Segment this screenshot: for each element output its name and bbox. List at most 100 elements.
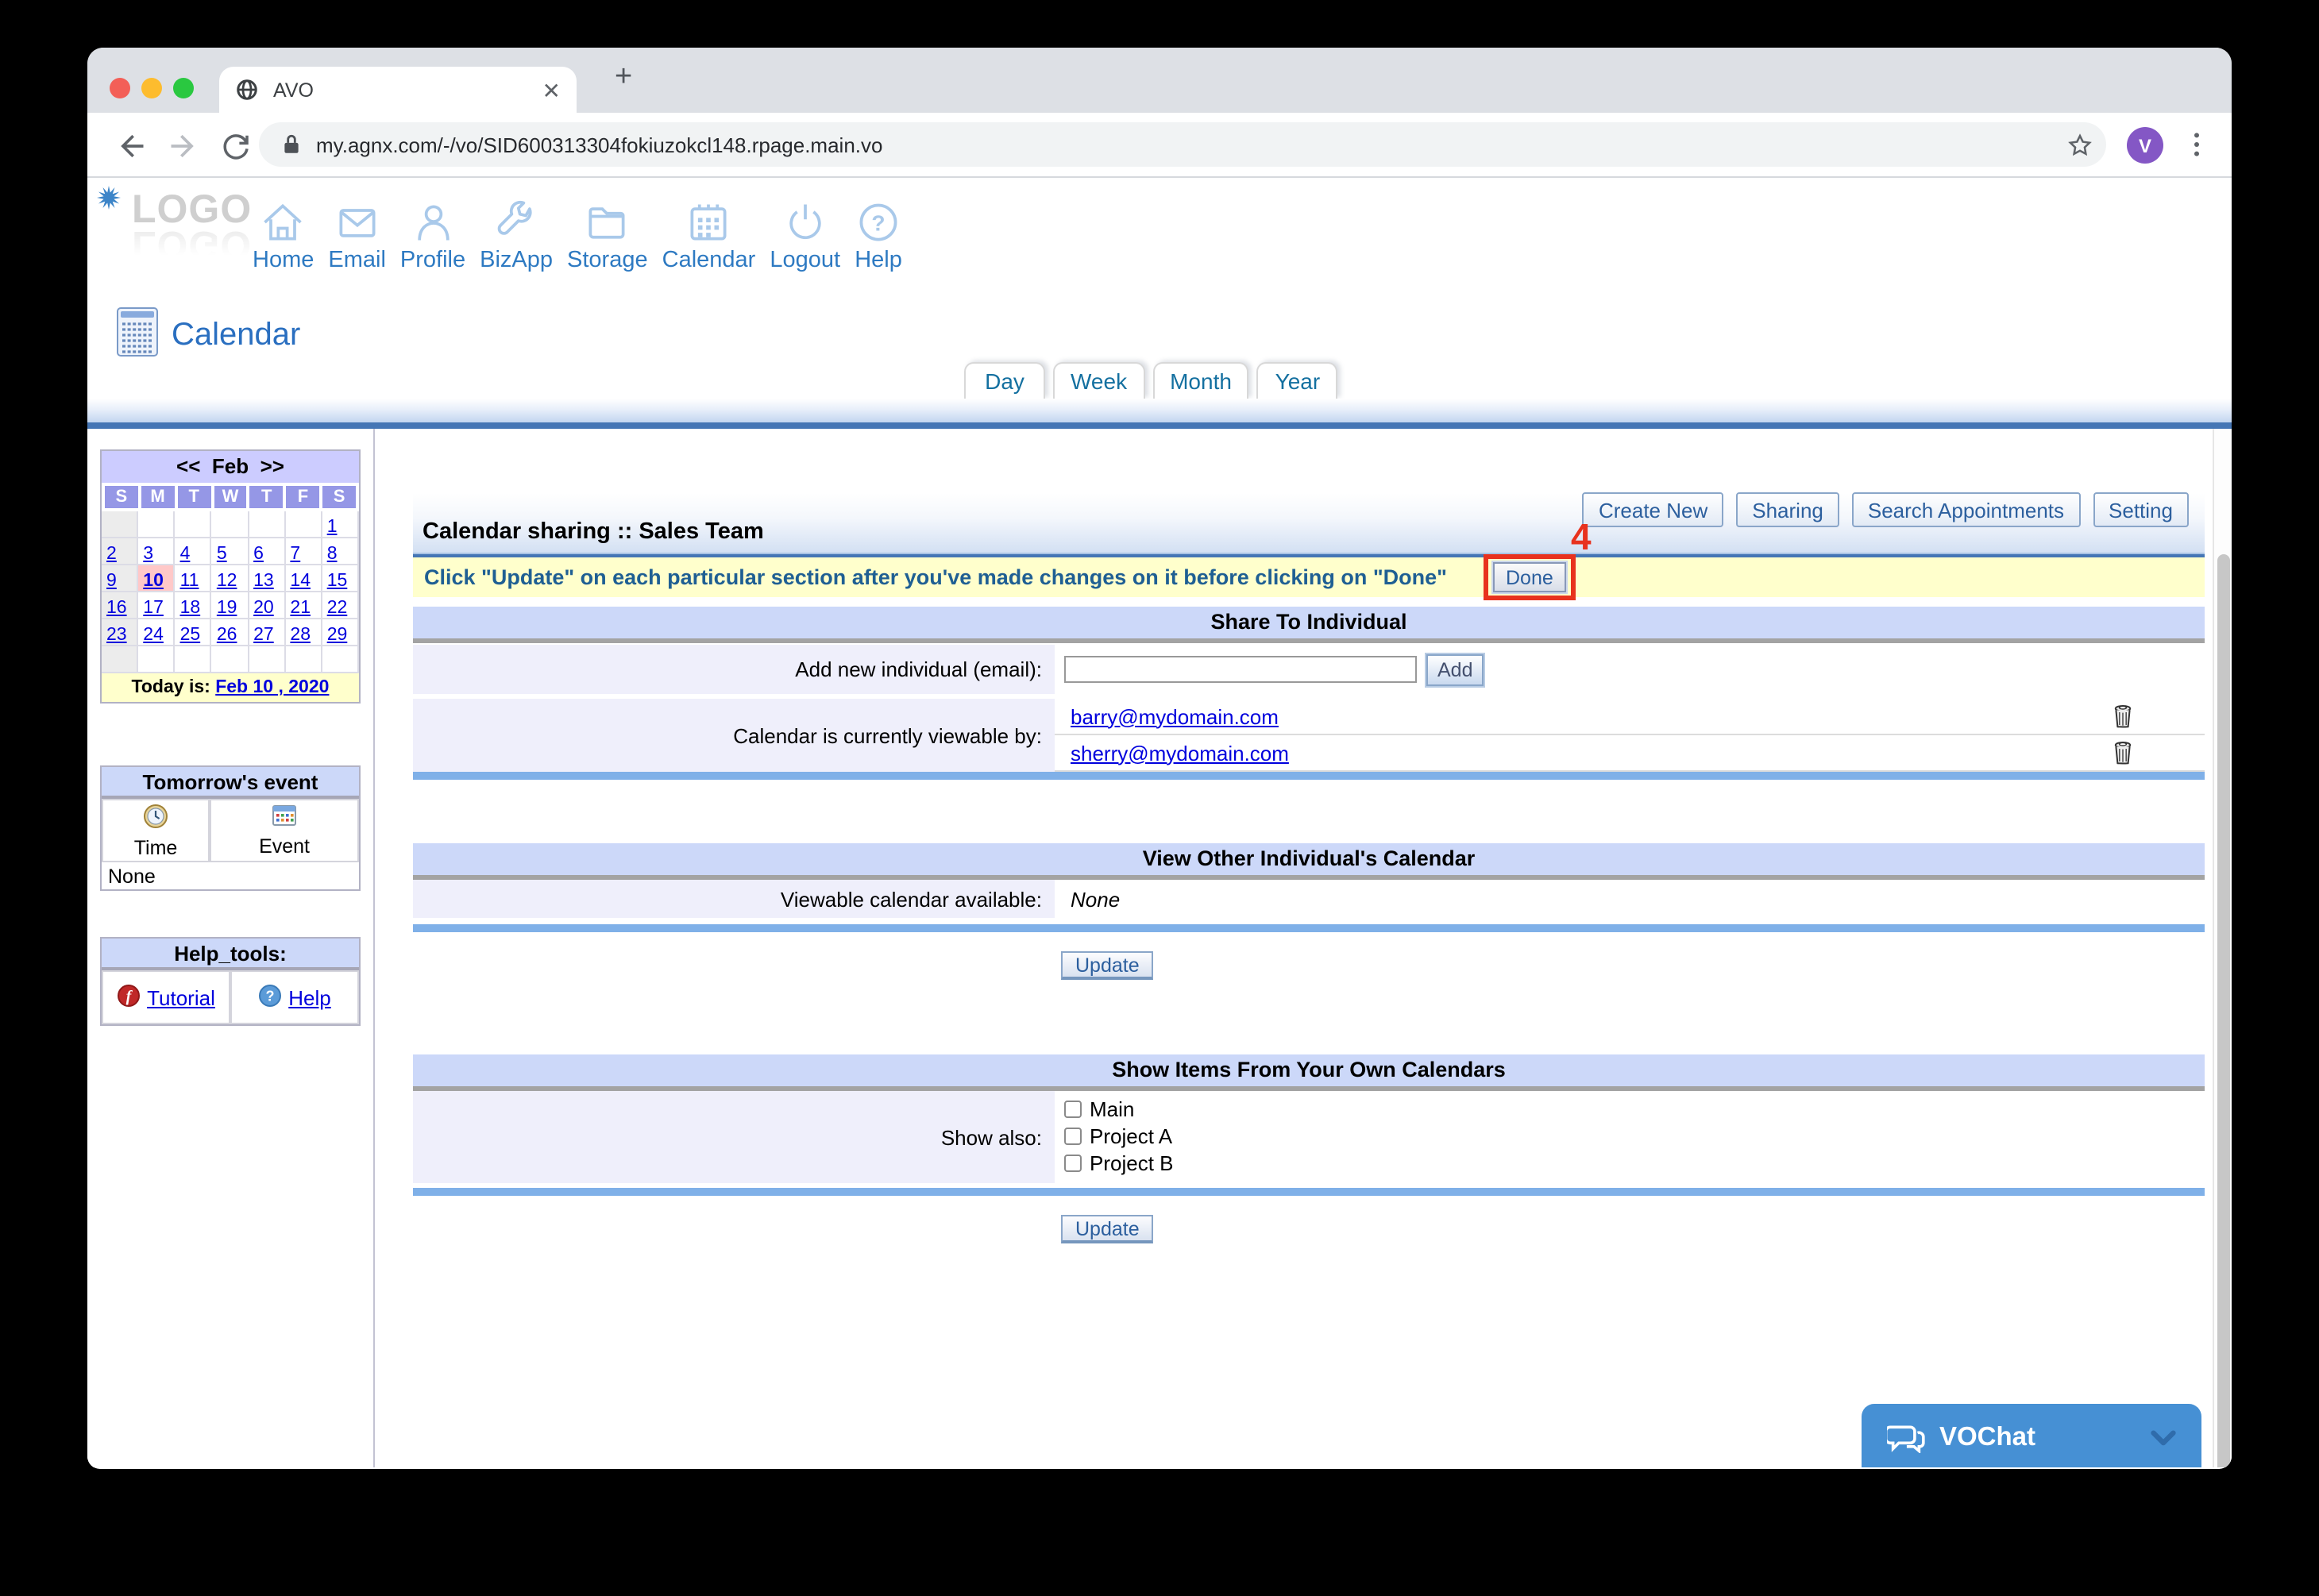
main-checkbox[interactable] <box>1064 1101 1082 1118</box>
tab-week[interactable]: Week <box>1053 362 1144 399</box>
nav-item-email[interactable]: Email <box>328 199 386 273</box>
calendar-day-link[interactable]: 12 <box>217 572 237 591</box>
calendar-day-link[interactable]: 14 <box>290 572 311 591</box>
view-update-button[interactable]: Update <box>1061 951 1154 980</box>
today-date-link[interactable]: Feb 10 , 2020 <box>215 678 329 697</box>
section-bottom-bar <box>413 924 2205 932</box>
back-icon[interactable] <box>113 129 148 164</box>
calendar-day-link[interactable]: 19 <box>217 599 237 618</box>
trash-icon[interactable] <box>2111 740 2135 765</box>
tutorial-link[interactable]: Tutorial <box>147 985 215 1009</box>
calendar-day-link[interactable]: 22 <box>327 599 348 618</box>
calendar-cell: 1 <box>322 511 359 538</box>
bookmark-star-icon[interactable] <box>2066 132 2101 167</box>
calendar-day-link[interactable]: 8 <box>327 545 338 564</box>
add-button[interactable]: Add <box>1426 653 1484 685</box>
calendar-cell: 24 <box>138 619 175 646</box>
tomorrow-event-box: Tomorrow's event Time Event <box>100 765 361 891</box>
prev-month-link[interactable]: << <box>176 454 200 478</box>
calendar-cell: 15 <box>322 565 359 592</box>
project-a-checkbox[interactable] <box>1064 1128 1082 1145</box>
calendar-cell: 5 <box>212 538 249 565</box>
url-bar[interactable]: my.agnx.com/-/vo/SID600313304fokiuzokcl1… <box>259 122 2106 167</box>
globe-favicon-icon <box>235 78 259 102</box>
browser-tab[interactable]: AVO ✕ <box>219 67 577 113</box>
tab-month[interactable]: Month <box>1152 362 1249 399</box>
calendar-day-link[interactable]: 10 <box>143 572 164 591</box>
storage-icon <box>584 199 631 246</box>
calendar-day-link[interactable]: 2 <box>106 545 117 564</box>
close-window-button[interactable] <box>110 78 130 98</box>
create-new-button[interactable]: Create New <box>1583 492 1723 527</box>
nav-item-label: Calendar <box>662 248 756 273</box>
new-tab-button[interactable]: + <box>615 60 632 95</box>
calendar-day-link[interactable]: 7 <box>290 545 300 564</box>
calendar-day-link[interactable]: 11 <box>180 572 199 591</box>
nav-item-bizapp[interactable]: BizApp <box>480 199 553 273</box>
help-link[interactable]: Help <box>288 985 331 1009</box>
calendar-day-link[interactable]: 9 <box>106 572 117 591</box>
calendar-day-link[interactable]: 25 <box>180 626 201 645</box>
calendar-options: MainProject AProject B <box>1055 1091 2205 1183</box>
close-tab-icon[interactable]: ✕ <box>542 79 561 101</box>
main-content: Calendar sharing :: Sales Team Create Ne… <box>376 429 2213 1467</box>
nav-item-calendar[interactable]: Calendar <box>662 199 756 273</box>
calendar-day-link[interactable]: 3 <box>143 545 153 564</box>
body-area: << Feb >> SMTWTFS 1234567891011121314151… <box>87 429 2232 1467</box>
tab-year[interactable]: Year <box>1257 362 1338 399</box>
viewable-available-label: Viewable calendar available: <box>413 880 1055 918</box>
calendar-day-link[interactable]: 21 <box>290 599 311 618</box>
calendar-day-link[interactable]: 17 <box>143 599 164 618</box>
shared-email-link[interactable]: sherry@mydomain.com <box>1071 741 1289 765</box>
zoom-window-button[interactable] <box>173 78 194 98</box>
day-header: S <box>322 486 356 508</box>
calendar-day-link[interactable]: 15 <box>327 572 348 591</box>
calendar-day-link[interactable]: 23 <box>106 626 127 645</box>
calendar-cell: 20 <box>249 592 285 619</box>
project-b-checkbox[interactable] <box>1064 1155 1082 1172</box>
calendar-day-link[interactable]: 4 <box>180 545 191 564</box>
calendar-day-link[interactable]: 13 <box>253 572 274 591</box>
nav-item-home[interactable]: Home <box>253 199 314 273</box>
calendar-day-link[interactable]: 29 <box>327 626 348 645</box>
calendar-day-link[interactable]: 20 <box>253 599 274 618</box>
section-bottom-bar <box>413 772 2205 780</box>
calendar-cell: 12 <box>212 565 249 592</box>
done-button[interactable]: Done <box>1493 562 1566 592</box>
show-update-button[interactable]: Update <box>1061 1215 1154 1243</box>
next-month-link[interactable]: >> <box>260 454 284 478</box>
shared-email-link[interactable]: barry@mydomain.com <box>1071 704 1279 728</box>
reload-icon[interactable] <box>219 129 254 164</box>
calendar-day-link[interactable]: 5 <box>217 545 227 564</box>
browser-tab-strip: AVO ✕ + <box>87 48 2232 113</box>
setting-button[interactable]: Setting <box>2093 492 2189 527</box>
trash-icon[interactable] <box>2111 704 2135 729</box>
minimize-window-button[interactable] <box>141 78 162 98</box>
nav-item-storage[interactable]: Storage <box>567 199 648 273</box>
nav-item-profile[interactable]: Profile <box>400 199 465 273</box>
calendar-day-link[interactable]: 6 <box>253 545 264 564</box>
calendar-day-link[interactable]: 16 <box>106 599 127 618</box>
forward-icon[interactable] <box>167 129 202 164</box>
calendar-cell: 10 <box>138 565 175 592</box>
calendar-day-link[interactable]: 28 <box>290 626 311 645</box>
nav-item-help[interactable]: ?Help <box>855 199 902 273</box>
section-bottom-bar <box>413 1188 2205 1196</box>
chevron-down-icon[interactable] <box>2147 1424 2179 1450</box>
nav-item-logout[interactable]: Logout <box>770 199 840 273</box>
calendar-cell: 14 <box>285 565 322 592</box>
tab-day[interactable]: Day <box>964 362 1045 399</box>
calendar-day-link[interactable]: 24 <box>143 626 164 645</box>
avatar[interactable]: V <box>2127 127 2163 164</box>
scrollbar-thumb[interactable] <box>2217 554 2230 1467</box>
search-appointments-button[interactable]: Search Appointments <box>1852 492 2080 527</box>
calendar-day-link[interactable]: 26 <box>217 626 237 645</box>
add-email-input[interactable] <box>1064 656 1417 683</box>
kebab-menu-icon[interactable] <box>2181 129 2216 164</box>
sharing-button[interactable]: Sharing <box>1736 492 1839 527</box>
vochat-widget[interactable]: VOChat <box>1862 1404 2201 1467</box>
nav-item-label: Home <box>253 248 314 273</box>
calendar-day-link[interactable]: 18 <box>180 599 201 618</box>
calendar-day-link[interactable]: 27 <box>253 626 274 645</box>
calendar-day-link[interactable]: 1 <box>327 518 338 537</box>
